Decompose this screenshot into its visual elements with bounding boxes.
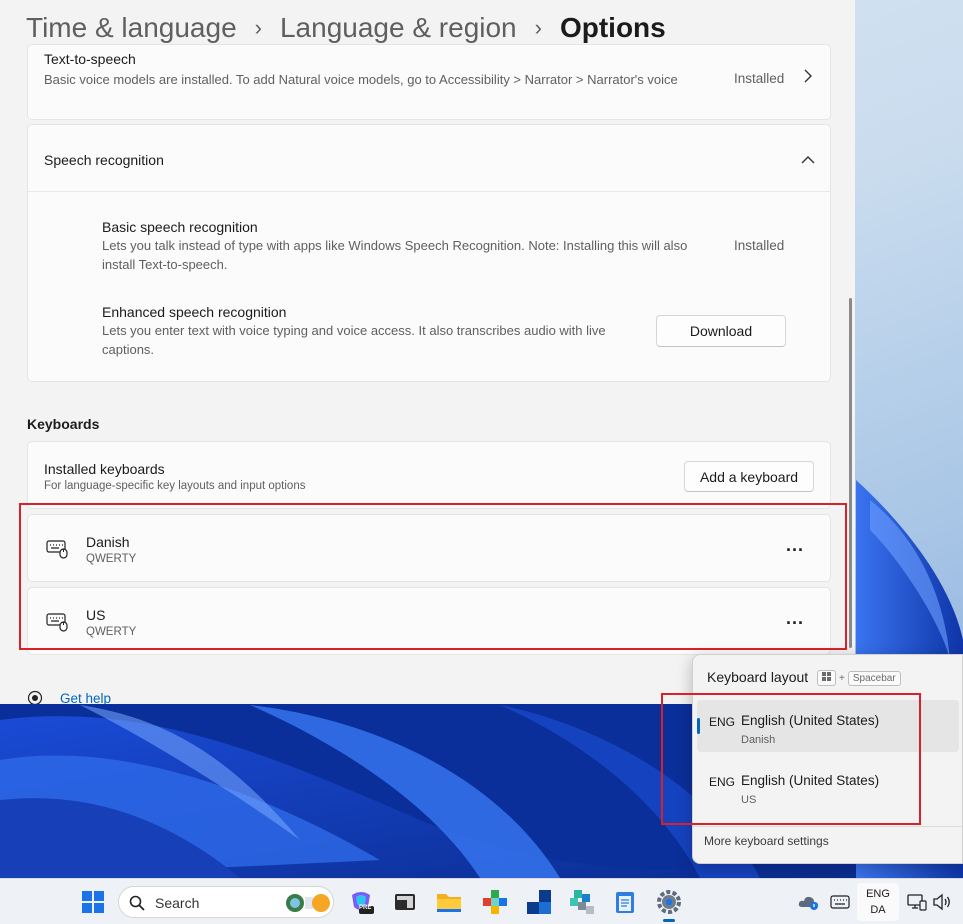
help-icon bbox=[27, 690, 43, 704]
speech-recognition-header[interactable]: Speech recognition bbox=[28, 125, 830, 192]
search-highlight-icon bbox=[285, 891, 331, 920]
file-explorer-icon[interactable] bbox=[435, 888, 463, 916]
get-help-label: Get help bbox=[60, 691, 112, 704]
chevron-up-icon[interactable] bbox=[801, 152, 815, 168]
start-icon[interactable] bbox=[79, 888, 107, 916]
app-icon-3[interactable] bbox=[568, 888, 596, 916]
windows-key-icon bbox=[817, 670, 836, 686]
more-keyboard-settings-link[interactable]: More keyboard settings bbox=[704, 834, 829, 848]
shortcut-plus: + bbox=[839, 672, 845, 684]
keyboards-section-title: Keyboards bbox=[27, 416, 100, 432]
chevron-right-icon[interactable] bbox=[803, 69, 813, 86]
basic-speech-description: Lets you talk instead of type with apps … bbox=[102, 238, 688, 272]
copilot-badge: PRE bbox=[359, 905, 372, 911]
scrollbar[interactable] bbox=[849, 298, 852, 648]
flyout-divider bbox=[693, 826, 962, 827]
speech-recognition-title: Speech recognition bbox=[44, 152, 164, 168]
app-icon-2[interactable] bbox=[525, 888, 553, 916]
taskbar: Search PRE ENG DA bbox=[0, 878, 963, 924]
input-language-indicator[interactable]: ENG DA bbox=[857, 883, 899, 921]
flyout-title: Keyboard layout bbox=[707, 669, 809, 685]
installed-keyboards-card: Installed keyboards For language-specifi… bbox=[27, 441, 831, 509]
touch-keyboard-icon[interactable] bbox=[826, 888, 854, 916]
search-label: Search bbox=[155, 895, 200, 911]
lang-indicator-bottom: DA bbox=[870, 904, 886, 916]
volume-icon[interactable] bbox=[928, 888, 956, 916]
installed-keyboards-title: Installed keyboards bbox=[44, 461, 165, 477]
shortcut-hint: + Spacebar bbox=[817, 670, 901, 686]
speech-recognition-card: Speech recognition Basic speech recognit… bbox=[27, 124, 831, 382]
active-app-indicator bbox=[663, 919, 675, 922]
copilot-icon[interactable]: PRE bbox=[347, 888, 375, 916]
search-icon bbox=[129, 895, 145, 916]
basic-speech-title: Basic speech recognition bbox=[102, 219, 258, 235]
terminal-icon[interactable] bbox=[391, 888, 419, 916]
onedrive-icon[interactable] bbox=[795, 888, 823, 916]
notepad-icon[interactable] bbox=[611, 888, 639, 916]
lang-indicator-top: ENG bbox=[866, 888, 890, 900]
taskbar-search[interactable]: Search bbox=[118, 886, 334, 918]
get-help-link[interactable]: Get help bbox=[27, 690, 147, 704]
highlight-box-keyboards bbox=[19, 503, 847, 650]
header-backdrop bbox=[0, 0, 855, 56]
enhanced-speech-title: Enhanced speech recognition bbox=[102, 304, 287, 320]
installed-keyboards-subtitle: For language-specific key layouts and in… bbox=[44, 480, 306, 492]
tts-status: Installed bbox=[734, 71, 785, 86]
highlight-box-flyout bbox=[661, 693, 921, 825]
tts-description: Basic voice models are installed. To add… bbox=[44, 72, 678, 87]
app-icon-1[interactable] bbox=[481, 888, 509, 916]
basic-speech-status: Installed bbox=[734, 238, 785, 253]
add-keyboard-button[interactable]: Add a keyboard bbox=[684, 461, 814, 492]
network-icon[interactable] bbox=[903, 888, 931, 916]
enhanced-speech-description: Lets you enter text with voice typing an… bbox=[102, 323, 606, 357]
spacebar-key: Spacebar bbox=[847, 670, 901, 686]
download-button[interactable]: Download bbox=[656, 315, 786, 347]
settings-gear-icon[interactable] bbox=[655, 888, 683, 916]
